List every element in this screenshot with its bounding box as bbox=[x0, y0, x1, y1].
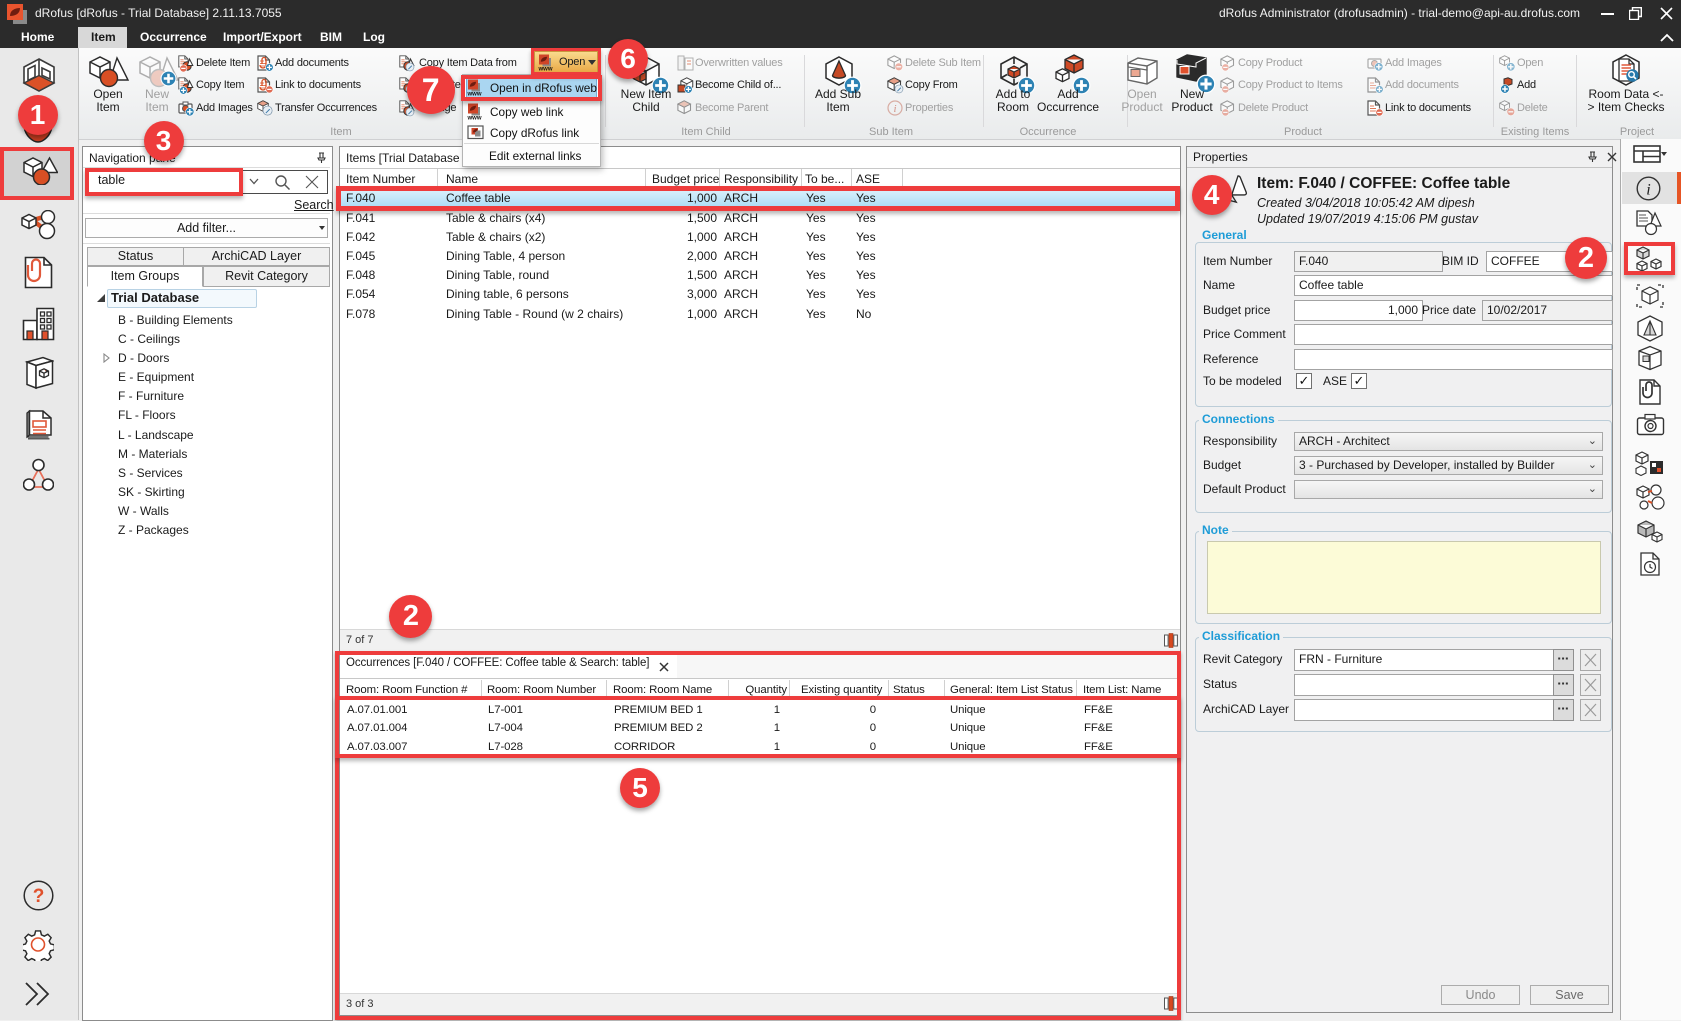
svg-text:?: ? bbox=[33, 886, 45, 907]
svg-text:i: i bbox=[1646, 182, 1650, 199]
svg-text:i: i bbox=[893, 103, 896, 115]
